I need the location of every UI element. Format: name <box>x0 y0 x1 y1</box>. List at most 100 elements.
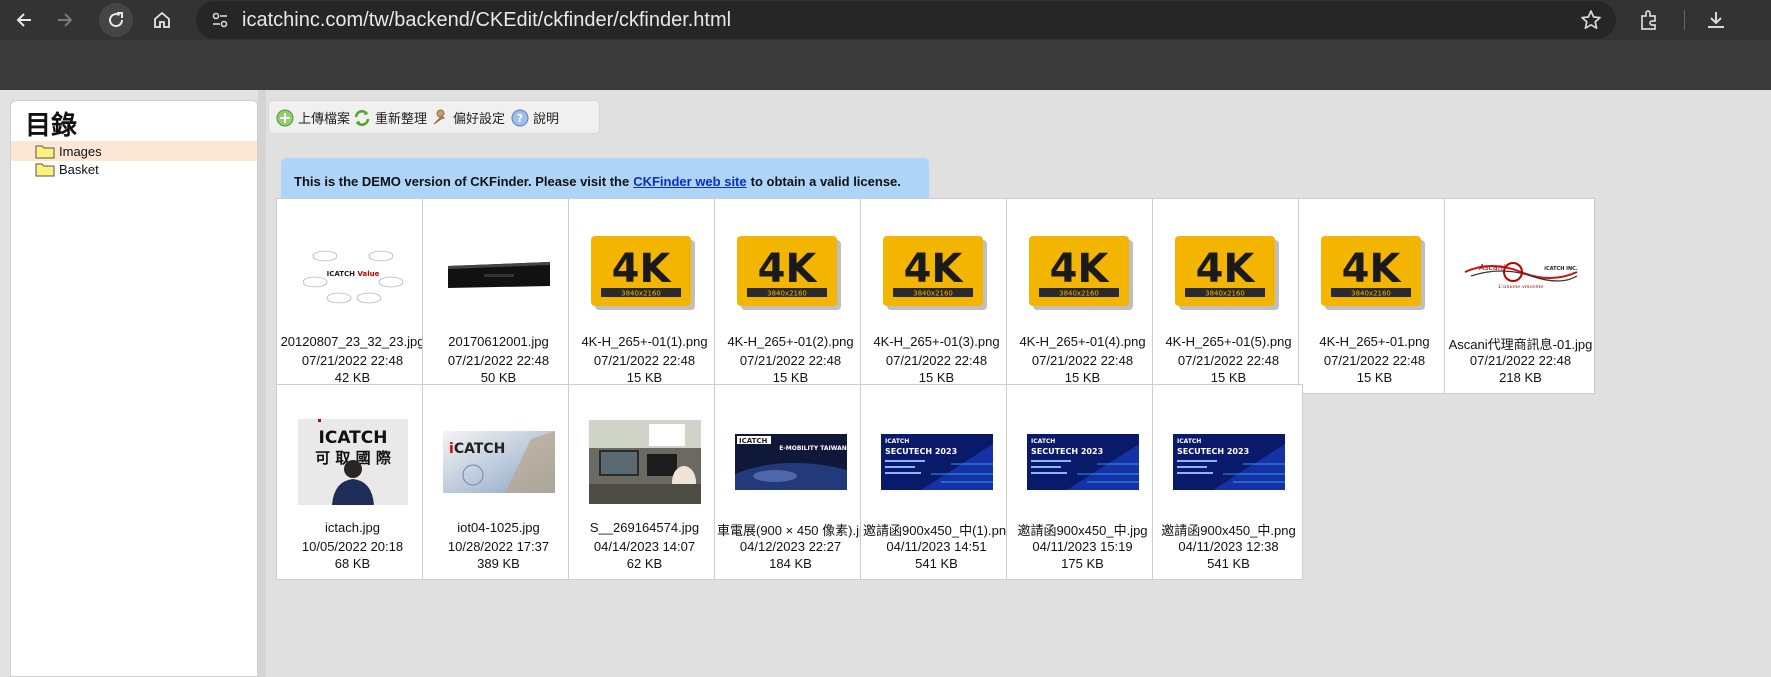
file-thumbnail[interactable]: ICATCH Value <box>277 211 426 341</box>
ascani-thumbnail: Ascani iCATCH INC. L'unione vincente <box>1464 262 1577 290</box>
file-date: 07/21/2022 22:48 <box>1177 353 1280 368</box>
file-name: 車電展(900 × 450 像素).jpg <box>717 523 864 538</box>
file-tile[interactable]: ICATCH SECUTECH 2023 邀請函900x450_中.jpg 04… <box>1006 384 1157 580</box>
file-tile[interactable]: ICATCH 可 取 國 際 ictach.jpg 10/05/2022 20:… <box>276 384 427 580</box>
file-thumbnail[interactable] <box>569 397 718 527</box>
file-size: 184 KB <box>769 556 812 571</box>
back-icon[interactable] <box>8 3 42 37</box>
file-name: 20170612001.jpg <box>448 334 549 349</box>
folder-item-basket[interactable]: Basket <box>11 159 257 179</box>
star-icon[interactable] <box>1580 9 1602 31</box>
file-date: 10/05/2022 20:18 <box>301 539 404 554</box>
svg-text:3840x2160: 3840x2160 <box>1351 290 1391 298</box>
file-name: 邀請函900x450_中(1).png <box>863 523 1010 538</box>
secutech-thumbnail: ICATCH SECUTECH 2023 <box>1172 434 1285 490</box>
file-date: 07/21/2022 22:48 <box>1031 353 1134 368</box>
file-date: 07/21/2022 22:48 <box>739 353 842 368</box>
upload-label: 上傳檔案 <box>298 111 351 126</box>
file-thumbnail[interactable]: iCATCH <box>423 397 572 527</box>
file-thumbnail[interactable]: ICATCH E-MOBILITY TAIWAN <box>715 397 864 527</box>
file-thumbnail[interactable]: ICATCH 可 取 國 際 <box>277 397 426 527</box>
address-bar[interactable]: icatchinc.com/tw/backend/CKEdit/ckfinder… <box>196 1 1616 39</box>
booth-thumbnail <box>588 420 701 504</box>
file-date: 07/21/2022 22:48 <box>1323 353 1426 368</box>
file-size: 15 KB <box>1210 370 1247 385</box>
refresh-button[interactable]: 重新整理 <box>353 108 427 127</box>
file-tile[interactable]: 4K 3840x2160 4K-H_265+-01(2).png 07/21/2… <box>714 198 865 394</box>
folder-icon <box>35 163 55 177</box>
file-name: S__269164574.jpg <box>589 520 700 535</box>
settings-button[interactable]: 偏好設定 <box>431 108 505 127</box>
file-tile[interactable]: ICATCH SECUTECH 2023 邀請函900x450_中.png 04… <box>1152 384 1303 580</box>
4k-thumbnail: 4K 3840x2160 <box>882 236 987 310</box>
file-thumbnail[interactable]: 4K 3840x2160 <box>569 211 718 341</box>
file-thumbnail[interactable]: Ascani iCATCH INC. L'unione vincente <box>1445 211 1594 341</box>
refresh-icon <box>354 109 370 126</box>
help-label: 說明 <box>533 111 560 126</box>
panel-splitter[interactable] <box>258 90 266 677</box>
file-name: 4K-H_265+-01(3).png <box>873 334 1000 349</box>
url-text[interactable]: icatchinc.com/tw/backend/CKEdit/ckfinder… <box>242 9 731 32</box>
file-tile[interactable]: 4K 3840x2160 4K-H_265+-01(1).png 07/21/2… <box>568 198 719 394</box>
file-panel: 上傳檔案 重新整理 偏好設定 ? 說明 This is the DEMO ver… <box>266 90 1771 677</box>
file-name: ictach.jpg <box>325 520 380 535</box>
svg-text:ICATCH: ICATCH <box>885 438 909 445</box>
file-tile[interactable]: Ascani iCATCH INC. L'unione vincente Asc… <box>1444 198 1595 394</box>
forward-icon[interactable] <box>47 3 81 37</box>
secutech-thumbnail: ICATCH SECUTECH 2023 <box>880 434 993 490</box>
file-thumbnail[interactable] <box>423 211 572 341</box>
home-icon[interactable] <box>145 3 179 37</box>
file-size: 62 KB <box>626 556 663 571</box>
site-info-icon[interactable] <box>210 10 230 30</box>
file-tile[interactable]: 4K 3840x2160 4K-H_265+-01.png 07/21/2022… <box>1298 198 1449 394</box>
ckfinder-website-link[interactable]: CKFinder web site <box>633 174 746 189</box>
file-size: 68 KB <box>334 556 371 571</box>
svg-text:ICATCH: ICATCH <box>1031 438 1055 445</box>
file-date: 04/11/2023 12:38 <box>1178 539 1279 554</box>
file-tile[interactable]: 20170612001.jpg 07/21/2022 22:48 50 KB <box>422 198 573 394</box>
toolbar-separator <box>1684 10 1685 30</box>
svg-text:3840x2160: 3840x2160 <box>913 290 953 298</box>
file-tile[interactable]: ICATCH E-MOBILITY TAIWAN 車電展(900 × 450 像… <box>714 384 865 580</box>
file-thumbnail[interactable]: 4K 3840x2160 <box>715 211 864 341</box>
4k-thumbnail: 4K 3840x2160 <box>590 236 695 310</box>
file-tile[interactable]: S__269164574.jpg 04/14/2023 14:07 62 KB <box>568 384 719 580</box>
file-tile[interactable]: 4K 3840x2160 4K-H_265+-01(4).png 07/21/2… <box>1006 198 1157 394</box>
file-thumbnail[interactable]: ICATCH SECUTECH 2023 <box>1153 397 1302 527</box>
file-thumbnail[interactable]: 4K 3840x2160 <box>1299 211 1448 341</box>
svg-text:L'unione vincente: L'unione vincente <box>1497 284 1543 290</box>
svg-text:SECUTECH 2023: SECUTECH 2023 <box>885 447 957 456</box>
reload-icon[interactable] <box>99 3 133 37</box>
wrench-icon <box>433 109 445 124</box>
banner-text-prefix: This is the DEMO version of CKFinder. Pl… <box>294 174 630 189</box>
upload-button[interactable]: 上傳檔案 <box>276 108 350 127</box>
dvr-thumbnail <box>447 262 550 288</box>
file-date: 07/21/2022 22:48 <box>447 353 550 368</box>
folder-icon <box>35 145 55 159</box>
refresh-label: 重新整理 <box>375 111 428 126</box>
file-thumbnail[interactable]: ICATCH SECUTECH 2023 <box>861 397 1010 527</box>
file-tile[interactable]: iCATCH iot04-1025.jpg 10/28/2022 17:37 3… <box>422 384 573 580</box>
file-tile[interactable]: ICATCH SECUTECH 2023 邀請函900x450_中(1).png… <box>860 384 1011 580</box>
download-icon[interactable] <box>1704 8 1728 32</box>
svg-text:4K: 4K <box>757 246 818 292</box>
file-name: Ascani代理商訊息-01.jpg <box>1448 337 1593 352</box>
browser-chrome: icatchinc.com/tw/backend/CKEdit/ckfinder… <box>0 0 1771 90</box>
help-button[interactable]: ? 說明 <box>511 108 559 127</box>
file-thumbnail[interactable]: 4K 3840x2160 <box>1007 211 1156 341</box>
folder-item-images[interactable]: Images <box>11 141 257 161</box>
svg-text:3840x2160: 3840x2160 <box>767 290 807 298</box>
file-tile[interactable]: 4K 3840x2160 4K-H_265+-01(3).png 07/21/2… <box>860 198 1011 394</box>
file-name: 4K-H_265+-01(5).png <box>1165 334 1292 349</box>
file-thumbnail[interactable]: 4K 3840x2160 <box>861 211 1010 341</box>
file-thumbnail[interactable]: ICATCH SECUTECH 2023 <box>1007 397 1156 527</box>
file-tile[interactable]: 4K 3840x2160 4K-H_265+-01(5).png 07/21/2… <box>1152 198 1303 394</box>
extensions-icon[interactable] <box>1637 8 1661 32</box>
file-thumbnail[interactable]: 4K 3840x2160 <box>1153 211 1302 341</box>
file-tile[interactable]: ICATCH Value 20120807_23_32_23.jpg 07/21… <box>276 198 427 394</box>
person-thumbnail: ICATCH 可 取 國 際 <box>297 419 408 505</box>
svg-text:4K: 4K <box>1341 246 1402 292</box>
file-name: 20120807_23_32_23.jpg <box>280 334 425 349</box>
4k-thumbnail: 4K 3840x2160 <box>1174 236 1279 310</box>
folder-label: Basket <box>59 161 99 177</box>
